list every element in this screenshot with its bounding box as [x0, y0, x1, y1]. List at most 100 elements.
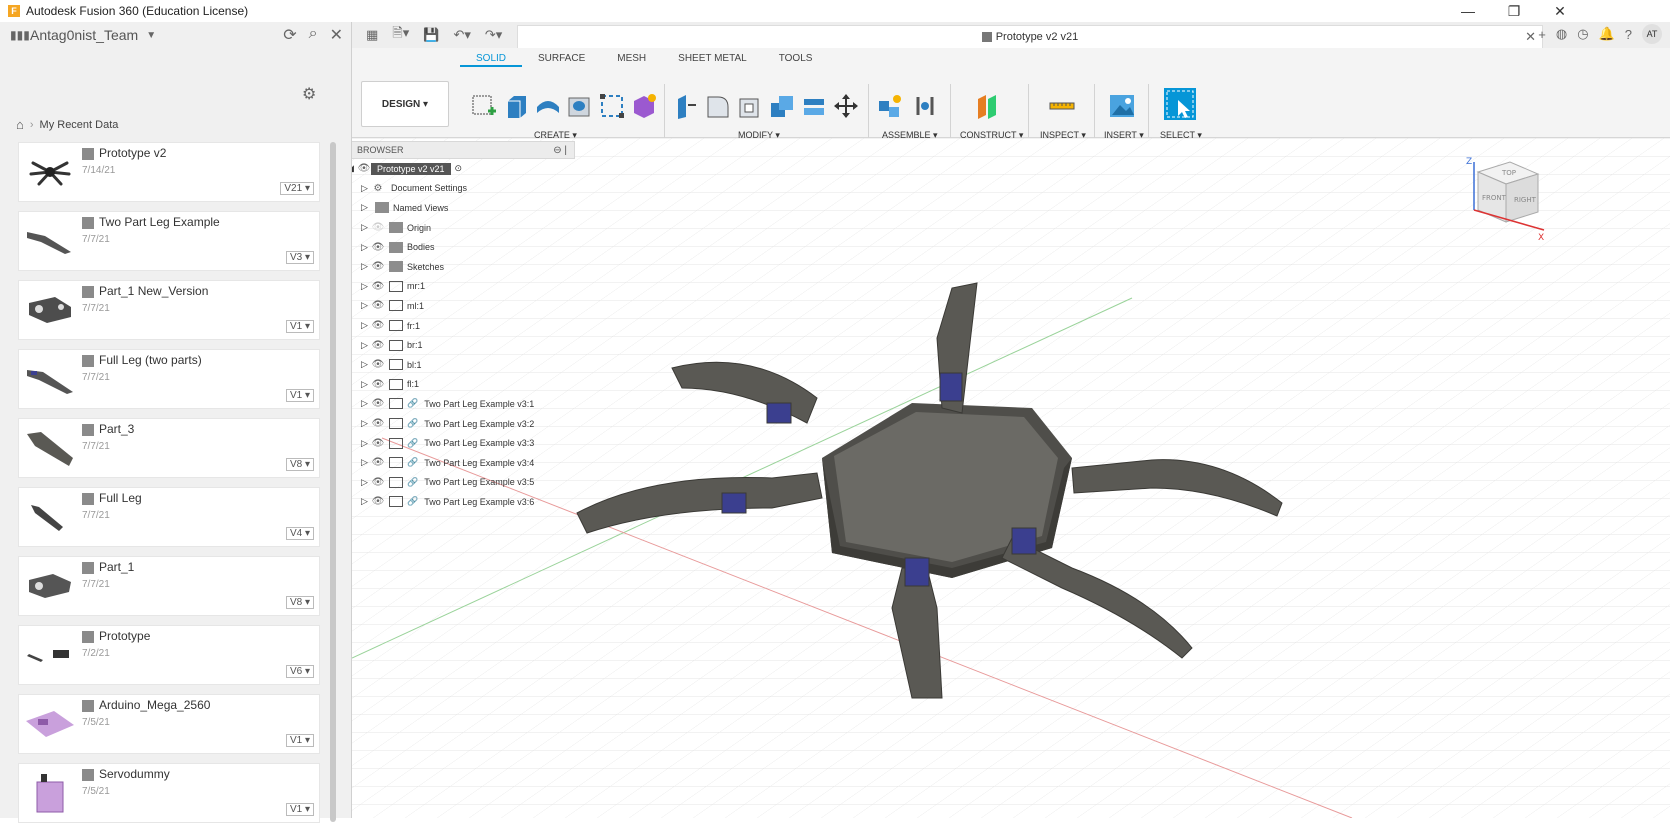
eye-icon[interactable]: 👁: [371, 359, 385, 370]
browser-node[interactable]: ▷ 👁 🔗 Two Part Leg Example v3:5: [352, 473, 575, 493]
eye-icon[interactable]: 👁: [371, 496, 385, 507]
expand-triangle-icon[interactable]: ▷: [361, 183, 371, 194]
help-icon[interactable]: ?: [1625, 27, 1632, 42]
version-badge[interactable]: V1 ▾: [285, 320, 314, 333]
new-tab-icon[interactable]: +: [1538, 27, 1546, 42]
browser-header[interactable]: ◂◂ BROWSER ⊖ |: [352, 141, 575, 159]
list-item[interactable]: Servodummy 7/5/21 V1 ▾: [18, 763, 320, 823]
version-badge[interactable]: V4 ▾: [285, 527, 314, 540]
eye-icon[interactable]: 👁: [357, 163, 371, 174]
viewcube[interactable]: TOP FRONT RIGHT Z X: [1458, 150, 1548, 240]
eye-icon[interactable]: 👁: [371, 457, 385, 468]
browser-node[interactable]: ▷ 👁 🔗 Two Part Leg Example v3:6: [352, 492, 575, 512]
gear-icon[interactable]: ⚙: [302, 84, 316, 104]
eye-hidden-icon[interactable]: 👁: [371, 222, 385, 233]
tab-sheet-metal[interactable]: SHEET METAL: [662, 51, 763, 67]
browser-node[interactable]: ▷ 👁 ml:1: [352, 296, 575, 316]
refresh-icon[interactable]: ⟳: [283, 25, 296, 45]
browser-node[interactable]: ▷ 👁 fr:1: [352, 316, 575, 336]
eye-icon[interactable]: 👁: [371, 300, 385, 311]
browser-node[interactable]: ▷ 👁 bl:1: [352, 355, 575, 375]
expand-triangle-icon[interactable]: ▷: [361, 457, 371, 468]
new-component-icon[interactable]: [876, 93, 904, 119]
eye-icon[interactable]: 👁: [371, 398, 385, 409]
move-icon[interactable]: [832, 93, 860, 119]
browser-node[interactable]: ▷ Named Views: [352, 198, 575, 218]
list-item[interactable]: Part_1 New_Version 7/7/21 V1 ▾: [18, 280, 320, 340]
panel-pin-icon[interactable]: ⊖ |: [553, 145, 567, 156]
close-icon[interactable]: ✕: [330, 25, 343, 45]
eye-icon[interactable]: 👁: [371, 261, 385, 272]
data-panel-scrollbar[interactable]: [330, 142, 336, 822]
joint-icon[interactable]: [912, 93, 940, 119]
save-icon[interactable]: 💾: [423, 27, 439, 43]
redo-icon[interactable]: ↷▾: [485, 27, 502, 43]
browser-node[interactable]: ▷ 👁 fl:1: [352, 375, 575, 395]
file-menu-icon[interactable]: 🗎▾: [392, 24, 409, 46]
close-tab-icon[interactable]: ✕: [1525, 29, 1536, 45]
search-icon[interactable]: ⌕: [309, 25, 318, 45]
scale-icon[interactable]: [800, 93, 828, 119]
browser-node[interactable]: ▷ 👁 🔗 Two Part Leg Example v3:2: [352, 414, 575, 434]
notifications-icon[interactable]: 🔔: [1599, 26, 1615, 42]
tab-mesh[interactable]: MESH: [601, 51, 662, 67]
version-badge[interactable]: V1 ▾: [285, 803, 314, 816]
expand-triangle-icon[interactable]: ▷: [361, 438, 371, 449]
version-badge[interactable]: V8 ▾: [285, 596, 314, 609]
browser-node[interactable]: ▷ ⚙ Document Settings: [352, 179, 575, 199]
hole-icon[interactable]: [566, 93, 594, 119]
browser-node[interactable]: ▷ 👁 🔗 Two Part Leg Example v3:3: [352, 433, 575, 453]
expand-triangle-icon[interactable]: ▷: [361, 398, 371, 409]
measure-icon[interactable]: [1048, 93, 1076, 119]
browser-node[interactable]: ▷ 👁 Bodies: [352, 237, 575, 257]
eye-icon[interactable]: 👁: [371, 320, 385, 331]
job-status-icon[interactable]: ◷: [1577, 26, 1588, 42]
close-window-button[interactable]: ✕: [1537, 0, 1583, 22]
browser-node[interactable]: ▷ 👁 mr:1: [352, 277, 575, 297]
expand-triangle-icon[interactable]: ▷: [361, 202, 371, 213]
browser-node[interactable]: ▷ 👁 🔗 Two Part Leg Example v3:4: [352, 453, 575, 473]
tab-solid[interactable]: SOLID: [460, 51, 523, 67]
create-sketch-icon[interactable]: [470, 93, 498, 119]
browser-root-row[interactable]: ◢ 👁 Prototype v2 v21 ⊙: [352, 159, 575, 179]
combine-icon[interactable]: [768, 93, 796, 119]
list-item[interactable]: Prototype v2 7/14/21 V21 ▾: [18, 142, 320, 202]
home-icon[interactable]: ⌂: [16, 117, 24, 132]
list-item[interactable]: Full Leg (two parts) 7/7/21 V1 ▾: [18, 349, 320, 409]
avatar[interactable]: AT: [1642, 24, 1662, 44]
version-badge[interactable]: V1 ▾: [285, 734, 314, 747]
list-item[interactable]: Full Leg 7/7/21 V4 ▾: [18, 487, 320, 547]
document-tab[interactable]: Prototype v2 v21 ✕: [517, 25, 1543, 48]
tab-tools[interactable]: TOOLS: [763, 51, 829, 67]
eye-icon[interactable]: 👁: [371, 418, 385, 429]
select-icon[interactable]: [1164, 88, 1196, 120]
workspace-switcher[interactable]: DESIGN ▾: [361, 81, 449, 127]
version-badge[interactable]: V3 ▾: [285, 251, 314, 264]
version-badge[interactable]: V6 ▾: [285, 665, 314, 678]
expand-triangle-icon[interactable]: ▷: [361, 320, 371, 331]
expand-triangle-icon[interactable]: ▷: [361, 379, 371, 390]
list-item[interactable]: Arduino_Mega_2560 7/5/21 V1 ▾: [18, 694, 320, 754]
extensions-icon[interactable]: ◍: [1556, 26, 1567, 42]
browser-node[interactable]: ▷ 👁 Origin: [352, 218, 575, 238]
undo-icon[interactable]: ↶▾: [453, 27, 470, 43]
browser-node[interactable]: ▷ 👁 🔗 Two Part Leg Example v3:1: [352, 394, 575, 414]
list-item[interactable]: Part_1 7/7/21 V8 ▾: [18, 556, 320, 616]
tab-surface[interactable]: SURFACE: [522, 51, 601, 67]
version-badge[interactable]: V8 ▾: [285, 458, 314, 471]
apps-grid-icon[interactable]: ▦: [366, 27, 378, 43]
expand-triangle-icon[interactable]: ▷: [361, 281, 371, 292]
list-item[interactable]: Two Part Leg Example 7/7/21 V3 ▾: [18, 211, 320, 271]
version-badge[interactable]: V1 ▾: [285, 389, 314, 402]
3d-viewport[interactable]: ◂◂ BROWSER ⊖ | ◢ 👁 Prototype v2 v21 ⊙ ▷⚙…: [352, 138, 1670, 818]
create-form-icon[interactable]: [630, 93, 658, 119]
pattern-icon[interactable]: [598, 93, 626, 119]
expand-triangle-icon[interactable]: ▷: [361, 300, 371, 311]
eye-icon[interactable]: 👁: [371, 379, 385, 390]
press-pull-icon[interactable]: [672, 93, 700, 119]
expand-triangle-icon[interactable]: ▷: [361, 340, 371, 351]
list-item[interactable]: Part_3 7/7/21 V8 ▾: [18, 418, 320, 478]
extrude-icon[interactable]: [502, 93, 530, 119]
activate-radio-icon[interactable]: ⊙: [455, 163, 463, 174]
breadcrumb-current[interactable]: My Recent Data: [40, 119, 119, 131]
